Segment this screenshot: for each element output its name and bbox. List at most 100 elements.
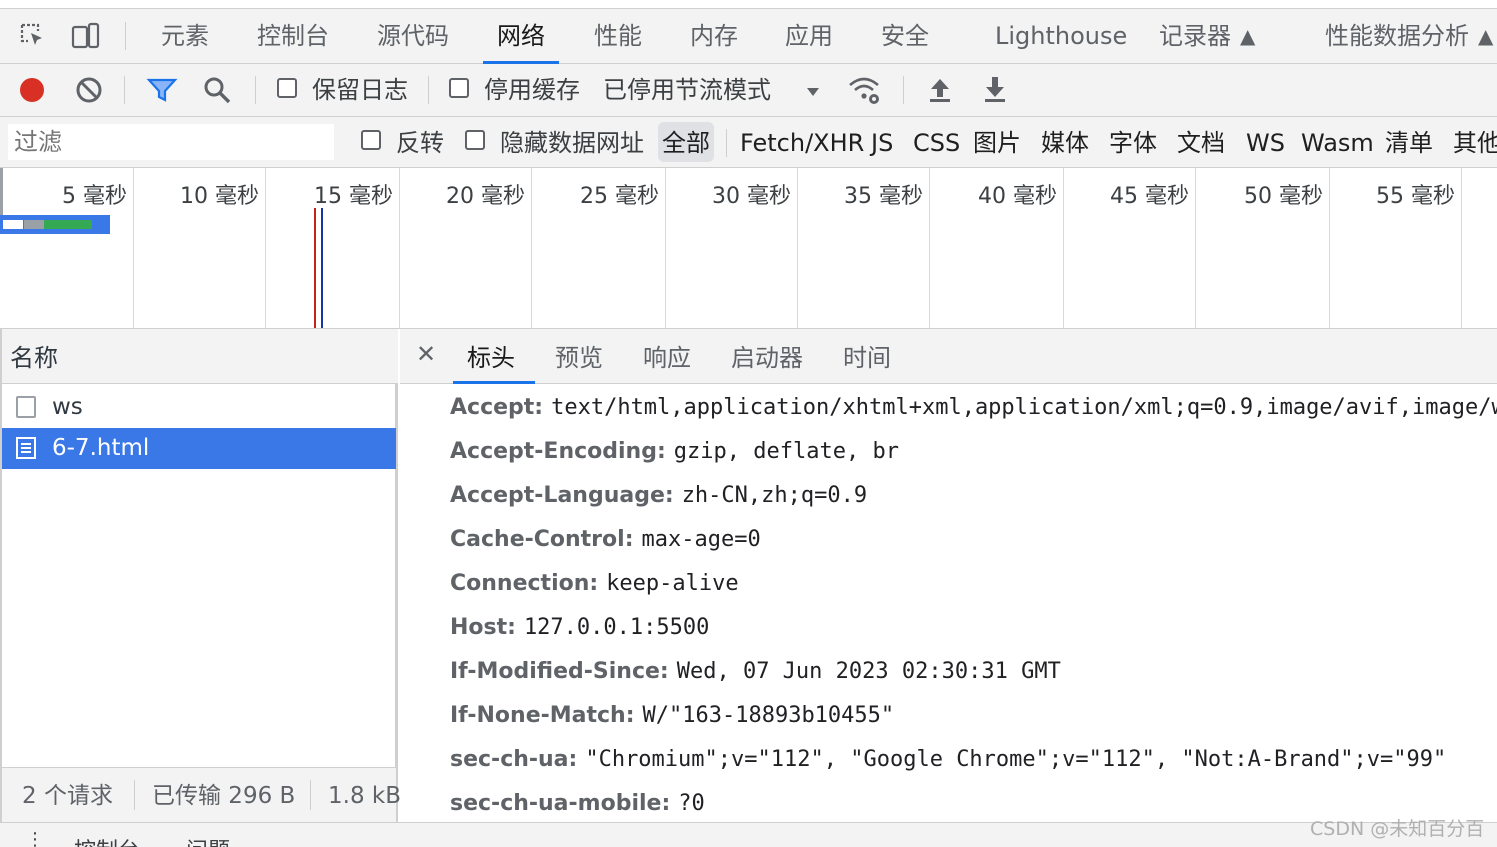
panel-tab[interactable]: 元素	[161, 9, 209, 63]
panel-tab[interactable]: Lighthouse	[995, 9, 1127, 63]
close-icon[interactable]: ✕	[416, 340, 436, 368]
overview-tick-label: 30 毫秒	[712, 184, 791, 209]
invert-checkbox[interactable]	[361, 130, 381, 150]
flask-icon: ▲	[1478, 24, 1494, 48]
header-name: If-Modified-Since:	[450, 659, 669, 684]
toolbar-separator	[903, 76, 904, 104]
header-name: Cache-Control:	[450, 527, 634, 552]
chevron-down-icon[interactable]	[800, 78, 826, 104]
network-overview[interactable]: 5 毫秒 10 毫秒 15 毫秒 20 毫秒 25 毫秒 30 毫秒 35 毫秒 40 毫秒 4…	[0, 168, 1497, 329]
panel-tab[interactable]: 性能数据分析	[1325, 9, 1469, 63]
header-row: Accept-Encoding: gzip, deflate, br	[450, 432, 899, 472]
toolbar-separator	[428, 76, 429, 104]
bottom-drawer: ⋮ 控制台 问题	[0, 822, 1497, 847]
search-icon[interactable]	[201, 74, 233, 106]
network-conditions-icon[interactable]	[848, 74, 880, 106]
download-icon[interactable]	[979, 74, 1011, 106]
filter-type-button[interactable]: 媒体	[1041, 117, 1089, 167]
filter-input[interactable]	[8, 124, 334, 160]
throttling-select[interactable]: 已停用节流模式	[603, 64, 771, 116]
tab-separator	[125, 22, 126, 50]
header-row: If-None-Match: W/"163-18893b10455"	[450, 696, 894, 736]
header-value: 127.0.0.1:5500	[523, 615, 710, 640]
header-name: Connection:	[450, 571, 599, 596]
request-row[interactable]: ws	[2, 387, 396, 428]
panel-tab[interactable]: 性能	[594, 9, 642, 63]
resource-size: 1.8 kB	[328, 783, 401, 809]
panel-tab[interactable]: 控制台	[257, 9, 329, 63]
panel-tab[interactable]: 应用	[785, 9, 833, 63]
panel-tab[interactable]: 源代码	[377, 9, 449, 63]
detail-tab[interactable]: 启动器	[731, 329, 803, 383]
document-icon	[16, 437, 36, 459]
toolbar-separator	[255, 76, 256, 104]
header-row: Cache-Control: max-age=0	[450, 520, 761, 560]
overview-gridline	[1461, 168, 1462, 328]
filter-type-button[interactable]: 字体	[1109, 117, 1157, 167]
overview-tick-label: 55 毫秒	[1376, 184, 1455, 209]
panel-tab[interactable]: 安全	[881, 9, 929, 63]
load-event-line	[314, 208, 316, 328]
upload-icon[interactable]	[924, 74, 956, 106]
request-name: ws	[52, 394, 83, 420]
overview-tick-label: 15 毫秒	[314, 184, 393, 209]
overview-gridline	[1063, 168, 1064, 328]
filter-type-button[interactable]: Wasm	[1301, 117, 1374, 167]
header-value: W/"163-18893b10455"	[642, 703, 895, 728]
blank-file-icon	[16, 396, 36, 418]
header-row: sec-ch-ua: "Chromium";v="112", "Google Ch…	[450, 740, 1446, 780]
inspect-element-icon[interactable]	[18, 21, 48, 51]
header-row: Accept: text/html,application/xhtml+xml,a…	[450, 388, 1497, 428]
name-column-header[interactable]: 名称	[2, 329, 398, 384]
overview-tick-label: 25 毫秒	[580, 184, 659, 209]
drawer-menu-icon[interactable]: ⋮	[26, 829, 44, 847]
filter-type-button[interactable]: 清单	[1385, 117, 1433, 167]
filter-separator	[726, 129, 727, 157]
detail-tab[interactable]: 预览	[555, 329, 603, 383]
detail-tab[interactable]: 时间	[843, 329, 891, 383]
hide-data-urls-checkbox[interactable]	[465, 130, 485, 150]
filter-type-button[interactable]: 图片	[973, 117, 1021, 167]
preserve-log-label: 保留日志	[312, 76, 408, 104]
filter-type-button[interactable]: WS	[1246, 117, 1285, 167]
drawer-tab-issues[interactable]: 问题	[186, 833, 230, 847]
detail-tab[interactable]: 响应	[643, 329, 691, 383]
filter-icon[interactable]	[146, 74, 178, 106]
filter-type-button[interactable]: Fetch/XHR	[740, 117, 864, 167]
header-value: zh-CN,zh;q=0.9	[681, 483, 868, 508]
header-value: text/html,application/xhtml+xml,applicat…	[551, 395, 1497, 420]
device-toolbar-icon[interactable]	[70, 21, 100, 51]
overview-tick-label: 45 毫秒	[1110, 184, 1189, 209]
detail-tab[interactable]: 标头	[453, 329, 535, 384]
overview-gridline	[531, 168, 532, 328]
overview-tick-label: 40 毫秒	[978, 184, 1057, 209]
filter-type-button[interactable]: JS	[871, 117, 893, 167]
filter-type-button[interactable]: CSS	[913, 117, 960, 167]
panel-tab[interactable]: 网络	[483, 9, 559, 64]
drawer-tab-console[interactable]: 控制台	[74, 833, 140, 847]
overview-tick-label: 50 毫秒	[1244, 184, 1323, 209]
disable-cache-checkbox[interactable]	[449, 78, 469, 98]
overview-gridline	[265, 168, 266, 328]
overview-tick-label: 5 毫秒	[62, 184, 127, 209]
filter-type-button[interactable]: 其他	[1453, 117, 1497, 167]
panel-tab-bar: 元素 控制台 源代码 网络 性能 内存 应用 安全 Lighthouse 记录器 ▲ 性能数据分析 ▲	[0, 9, 1497, 64]
panel-tab[interactable]: 记录器	[1159, 9, 1231, 63]
preserve-log-checkbox[interactable]	[277, 78, 297, 98]
overview-bar-download	[44, 220, 92, 229]
clear-icon[interactable]	[73, 74, 105, 106]
panel-tab[interactable]: 内存	[690, 9, 738, 63]
status-separator	[134, 780, 135, 810]
filter-type-button[interactable]: 全部	[658, 122, 714, 162]
request-row-selected[interactable]: 6-7.html	[2, 428, 396, 469]
header-row: If-Modified-Since: Wed, 07 Jun 2023 02:30…	[450, 652, 1061, 692]
transferred-size: 已传输 296 B	[152, 783, 296, 809]
header-value: gzip, deflate, br	[673, 439, 899, 464]
header-value: ?0	[678, 791, 705, 816]
overview-tick-label: 20 毫秒	[446, 184, 525, 209]
window-top-edge	[0, 0, 1497, 9]
overview-left-handle[interactable]	[0, 168, 3, 218]
filter-type-button[interactable]: 文档	[1177, 117, 1225, 167]
record-icon[interactable]	[16, 74, 48, 106]
network-toolbar: 保留日志 停用缓存 已停用节流模式	[0, 64, 1497, 117]
